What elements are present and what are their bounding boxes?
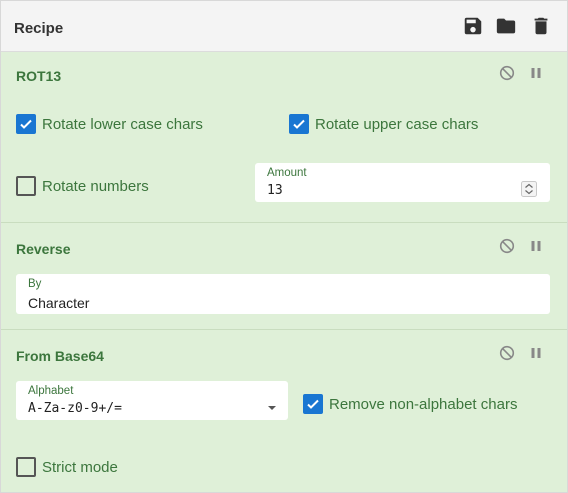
strict-mode-label: Strict mode [42, 458, 118, 476]
save-icon[interactable] [462, 15, 484, 37]
rotate-numbers-checkbox[interactable]: Rotate numbers [16, 176, 149, 196]
amount-field[interactable]: Amount 13 [255, 163, 550, 202]
rotate-upper-label: Rotate upper case chars [315, 115, 479, 133]
recipe-header: Recipe [1, 1, 567, 52]
disable-icon[interactable] [499, 238, 515, 254]
trash-icon[interactable] [530, 15, 552, 37]
by-label: By [28, 278, 42, 290]
stepper-icon[interactable] [521, 181, 537, 197]
operation-reverse: Reverse By Character [1, 223, 567, 330]
remove-non-alphabet-label: Remove non-alphabet chars [329, 395, 518, 413]
checkbox-checked-icon[interactable] [16, 114, 36, 134]
rotate-numbers-label: Rotate numbers [42, 177, 149, 195]
rotate-lower-checkbox[interactable]: Rotate lower case chars [16, 114, 203, 134]
amount-label: Amount [267, 167, 307, 179]
checkbox-checked-icon[interactable] [303, 394, 323, 414]
by-input[interactable]: Character [28, 295, 89, 311]
operation-from-base64: From Base64 Alphabet A-Za-z0-9+/= Remove… [1, 330, 567, 492]
operation-rot13: ROT13 Rotate lower case chars Rotate upp… [1, 52, 567, 223]
rotate-lower-label: Rotate lower case chars [42, 115, 203, 133]
disable-icon[interactable] [499, 65, 515, 81]
checkbox-unchecked-icon[interactable] [16, 457, 36, 477]
strict-mode-checkbox[interactable]: Strict mode [16, 457, 118, 477]
operation-title: ROT13 [16, 68, 62, 84]
operation-title: Reverse [16, 241, 71, 257]
chevron-down-icon[interactable] [267, 398, 277, 410]
checkbox-unchecked-icon[interactable] [16, 176, 36, 196]
operation-title: From Base64 [16, 348, 104, 364]
recipe-title: Recipe [14, 20, 64, 37]
disable-icon[interactable] [499, 345, 515, 361]
folder-icon[interactable] [495, 15, 517, 37]
checkbox-checked-icon[interactable] [289, 114, 309, 134]
by-field[interactable]: By Character [16, 274, 550, 314]
pause-icon[interactable] [528, 238, 544, 254]
rotate-upper-checkbox[interactable]: Rotate upper case chars [289, 114, 478, 134]
alphabet-select[interactable]: Alphabet A-Za-z0-9+/= [16, 381, 288, 420]
remove-non-alphabet-checkbox[interactable]: Remove non-alphabet chars [303, 394, 517, 414]
pause-icon[interactable] [528, 65, 544, 81]
recipe-panel: Recipe ROT13 Rotate lower case chars Rot… [0, 0, 568, 493]
amount-input[interactable]: 13 [267, 183, 283, 198]
pause-icon[interactable] [528, 345, 544, 361]
alphabet-label: Alphabet [28, 385, 74, 397]
alphabet-value[interactable]: A-Za-z0-9+/= [28, 401, 122, 416]
